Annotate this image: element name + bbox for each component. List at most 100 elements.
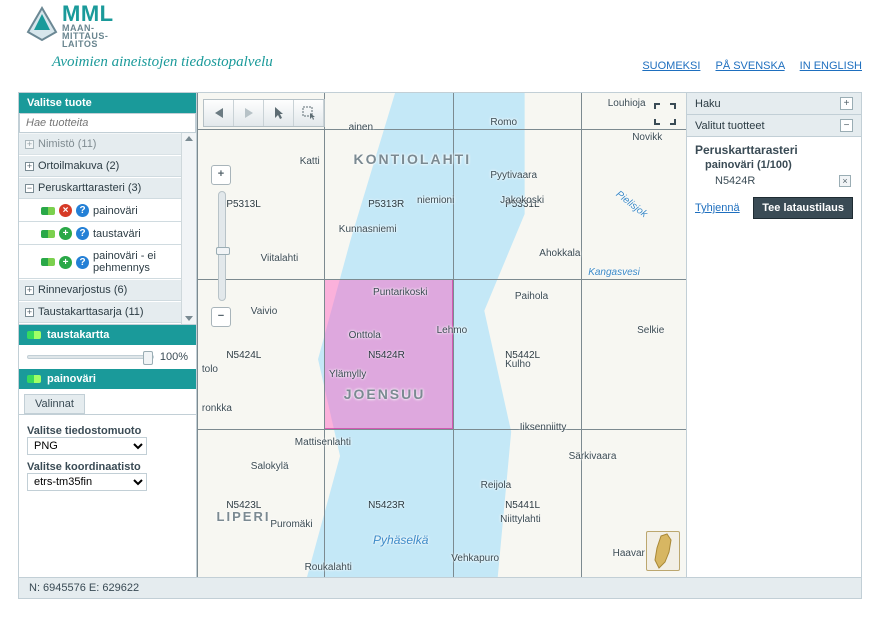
expand-icon: +: [25, 286, 34, 295]
help-icon[interactable]: ?: [76, 204, 89, 217]
opacity-slider-row: 100%: [19, 345, 196, 369]
zoom-out-button[interactable]: −: [211, 307, 231, 327]
zoom-control: + −: [211, 165, 233, 327]
overview-map-button[interactable]: [646, 531, 680, 571]
tree-item-peruskartta[interactable]: − Peruskarttarasteri (3): [19, 177, 181, 199]
map-place-label: Särkivaara: [569, 451, 617, 462]
box-select-button[interactable]: [294, 100, 324, 126]
help-icon[interactable]: ?: [76, 227, 89, 240]
tree-label: taustaväri: [93, 228, 141, 240]
tile-label: N5441L: [505, 500, 540, 511]
tile-label: N5424R: [368, 350, 405, 361]
main-layout: Valitse tuote + Nimistö (11) + Ortoilmak…: [18, 92, 862, 578]
slider-thumb-icon[interactable]: [143, 351, 153, 365]
layer-icon: [41, 230, 55, 238]
opacity-slider[interactable]: [27, 355, 154, 359]
remove-icon[interactable]: ×: [59, 204, 72, 217]
tree-sub-taustavari[interactable]: + ? taustaväri: [19, 222, 181, 245]
selected-tile-row: N5424R ×: [695, 173, 853, 189]
expand-icon: +: [25, 162, 34, 171]
selected-products-body: Peruskarttarasteri painoväri (1/100) N54…: [687, 137, 861, 225]
selected-accordion-header[interactable]: Valitut tuotteet −: [687, 115, 861, 137]
tree-label: Ortoilmakuva (2): [38, 160, 119, 172]
crs-select[interactable]: etrs-tm35fin: [27, 473, 147, 491]
map-place-label: Paihola: [515, 291, 548, 302]
tree-item-yleiskartta[interactable]: + Yleiskartta 1:1 milj. (1): [19, 323, 181, 325]
layer-icon: [41, 258, 55, 266]
tree-item-rinnevarjostus[interactable]: + Rinnevarjostus (6): [19, 279, 181, 301]
expand-icon: +: [25, 140, 34, 149]
collapse-icon: −: [840, 119, 853, 132]
tile-label: P5313R: [368, 199, 404, 210]
map-place-label: Novikk: [632, 132, 662, 143]
tree-scrollbar[interactable]: [181, 133, 196, 324]
map-grid-line: [324, 93, 325, 577]
map-place-label: Romo: [490, 117, 517, 128]
map-place-label: Puntarikoski: [373, 287, 427, 298]
selected-tile-id: N5424R: [715, 175, 755, 187]
zoom-thumb-icon[interactable]: [216, 247, 230, 255]
map-place-label: Haavar: [613, 548, 645, 559]
map-place-label: Mattisenlahti: [295, 437, 351, 448]
format-label: Valitse tiedostomuoto: [27, 425, 188, 437]
map-place-label: Puromäki: [270, 519, 312, 530]
order-download-button[interactable]: Tee lataustilaus: [753, 197, 853, 219]
options-tab[interactable]: Valinnat: [24, 394, 85, 414]
opacity-value: 100%: [160, 351, 188, 363]
tree-label: Taustakarttasarja (11): [38, 306, 144, 318]
add-icon[interactable]: +: [59, 256, 72, 269]
options-tabs: Valinnat: [19, 389, 196, 414]
tree-label: Peruskarttarasteri (3): [38, 182, 141, 194]
tree-sub-painovari-nopehm[interactable]: + ? painoväri - ei pehmennys: [19, 245, 181, 279]
left-panel: Valitse tuote + Nimistö (11) + Ortoilmak…: [19, 93, 197, 577]
tree-item-taustakartta[interactable]: + Taustakarttasarja (11): [19, 301, 181, 323]
layer-icon: [27, 375, 41, 383]
lang-fi-link[interactable]: SUOMEKSI: [642, 60, 700, 72]
map-place-label: ronkka: [202, 403, 232, 414]
page-header: MML MAAN- MITTAUS- LAITOS Avoimien ainei…: [0, 0, 880, 92]
expand-icon: +: [25, 308, 34, 317]
map-place-label: Ylämylly: [329, 369, 366, 380]
cursor-coordinates: N: 6945576 E: 629622: [29, 582, 139, 594]
map-grid-line: [197, 93, 198, 577]
map-toolbar: [203, 99, 325, 127]
search-accordion-header[interactable]: Haku +: [687, 93, 861, 115]
map-place-label: Lehmo: [437, 325, 468, 336]
map-grid-line: [197, 279, 686, 280]
product-search-input[interactable]: [19, 113, 196, 133]
lang-en-link[interactable]: IN ENGLISH: [800, 60, 862, 72]
fullscreen-button[interactable]: [652, 101, 678, 127]
map-place-label: niemioni: [417, 195, 454, 206]
map-grid-line: [197, 129, 686, 130]
history-forward-button[interactable]: [234, 100, 264, 126]
help-icon[interactable]: ?: [76, 256, 89, 269]
map-place-label: Niittylahti: [500, 514, 541, 525]
tree-item-nimisto[interactable]: + Nimistö (11): [19, 133, 181, 155]
map-place-label: tolo: [202, 364, 218, 375]
map-place-label: Louhioja: [608, 98, 646, 109]
tree-label: painoväri: [93, 205, 138, 217]
format-select[interactable]: PNG: [27, 437, 147, 455]
search-accordion-label: Haku: [695, 98, 721, 110]
right-panel: Haku + Valitut tuotteet − Peruskarttaras…: [687, 93, 861, 577]
map-place-label: Iiksenniitty: [520, 422, 567, 433]
map-place-label: Reijola: [481, 480, 512, 491]
choose-product-header: Valitse tuote: [19, 93, 196, 113]
map-place-label: Vehkapuro: [451, 553, 499, 564]
zoom-in-button[interactable]: +: [211, 165, 231, 185]
remove-tile-button[interactable]: ×: [839, 175, 851, 187]
status-bar: N: 6945576 E: 629622: [18, 578, 862, 599]
zoom-slider[interactable]: [218, 191, 226, 301]
pointer-button[interactable]: [264, 100, 294, 126]
map-viewport[interactable]: P5313L P5313R P5331L N5424L N5424R N5442…: [197, 93, 687, 577]
tree-sub-painovari[interactable]: × ? painoväri: [19, 199, 181, 222]
clear-selection-link[interactable]: Tyhjennä: [695, 202, 740, 214]
history-back-button[interactable]: [204, 100, 234, 126]
selected-product-subtitle: painoväri (1/100): [695, 157, 853, 173]
lang-sv-link[interactable]: PÅ SVENSKA: [715, 60, 784, 72]
add-icon[interactable]: +: [59, 227, 72, 240]
map-place-label: Ahokkala: [539, 248, 580, 259]
tree-label: Nimistö (11): [38, 138, 96, 150]
bg-layer-header: taustakartta: [19, 325, 196, 345]
tree-item-ortoilmakuva[interactable]: + Ortoilmakuva (2): [19, 155, 181, 177]
